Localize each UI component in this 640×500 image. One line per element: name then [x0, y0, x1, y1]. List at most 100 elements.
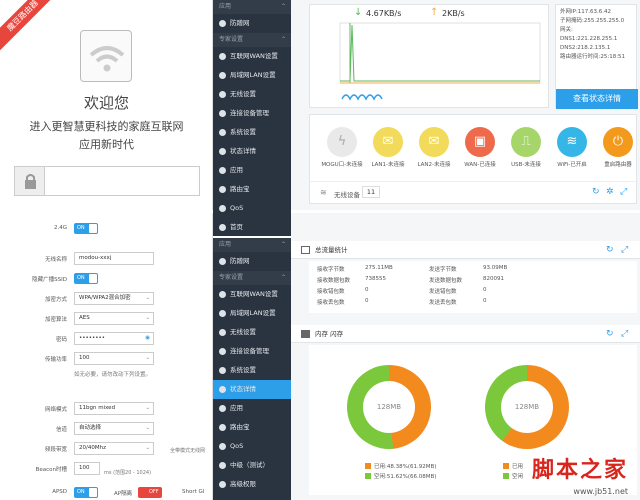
sidebar-item[interactable]: 无线设置 — [213, 323, 291, 342]
refresh-icon[interactable]: ↻ — [592, 187, 600, 197]
wireless-devices-label: 无线设备 — [334, 191, 360, 199]
sidebar-item[interactable]: 互联网WAN设置 — [213, 47, 291, 66]
menu-item-icon — [219, 480, 226, 488]
band-toggle[interactable]: ON — [74, 223, 98, 234]
chevron-down-icon: ⌄ — [145, 405, 150, 411]
sidebar-section-header: 专家设置 ⌃ — [213, 33, 291, 47]
advanced-note: 如无必要，请勿改动下列设置。 — [74, 372, 152, 378]
device-port[interactable]: ✉ LAN1-未连接 — [362, 127, 414, 168]
bolt-icon: ϟ — [327, 127, 357, 157]
sidebar-item[interactable]: 系统设置 — [213, 361, 291, 380]
stat-value: 738555 — [365, 276, 386, 282]
download-speed: 4.67KB/s — [366, 9, 402, 18]
sidebar-item[interactable]: 连接设备管理 — [213, 104, 291, 123]
menu-item-icon — [219, 71, 226, 79]
sidebar-item[interactable]: 互联网WAN设置 — [213, 285, 291, 304]
stat-label: 发送字节数 — [429, 267, 457, 273]
sidebar-item-label: 路由宝 — [230, 185, 250, 193]
device-port[interactable]: ✉ LAN2-未连接 — [408, 127, 460, 168]
menu-item-icon — [219, 328, 226, 336]
device-port-label: LAN1-未连接 — [371, 162, 405, 168]
sidebar-item[interactable]: 路由宝 — [213, 180, 291, 199]
wifi-logo-icon — [80, 30, 132, 82]
sidebar-item[interactable]: 防蹭网 — [213, 14, 291, 33]
form-row: 加密方式 WPA/WPA2混合加密 ⌄ — [0, 291, 212, 307]
login-panel: 魔豆路由器 欢迎您 进入更智慧更科技的家庭互联网 应用新时代 — [0, 0, 213, 210]
sidebar-item[interactable]: QoS — [213, 437, 291, 456]
network-info-line: 外网IP:117.63.6.42 — [560, 9, 612, 15]
legend-free-flash: 空闲 — [512, 474, 524, 480]
sidebar-item[interactable]: 首页 — [213, 218, 291, 237]
memory-icon — [301, 330, 310, 338]
refresh-icon[interactable]: ↻ — [606, 325, 614, 343]
setting-input[interactable]: 100 — [74, 462, 100, 475]
password-input[interactable] — [14, 166, 200, 196]
sidebar-item-label: 局域网LAN设置 — [230, 71, 276, 79]
sidebar-item[interactable]: 连接设备管理 — [213, 342, 291, 361]
sidebar-item[interactable]: 系统设置 — [213, 123, 291, 142]
setting-select[interactable]: 自动选择 ⌄ — [74, 422, 154, 435]
device-port-label: USB-未连接 — [511, 162, 541, 168]
device-port-label: LAN2-未连接 — [417, 162, 451, 168]
field-label: 加密方式 — [44, 297, 67, 303]
sidebar-item[interactable]: 局域网LAN设置 — [213, 66, 291, 85]
chart-icon — [301, 246, 310, 254]
upload-speed: 2KB/s — [442, 9, 465, 18]
download-arrow-icon: ↓ — [354, 7, 363, 18]
expand-icon[interactable]: ⤢ — [621, 325, 628, 343]
sidebar-item[interactable]: 状态详情 — [213, 380, 291, 399]
sidebar-section-header: 应用 ⌃ — [213, 238, 291, 252]
setting-input[interactable]: modou-xxxj — [74, 252, 154, 265]
sidebar-item[interactable]: QoS — [213, 199, 291, 218]
bandwidth-note: 全带模式无线网 — [170, 448, 206, 454]
form-row: 传输功率 100 ⌄ — [0, 351, 212, 367]
short-gi-label: Short GI — [182, 489, 205, 495]
device-port[interactable]: ⏻ 重启路由器 — [592, 127, 640, 168]
sidebar-item-label: 互联网WAN设置 — [230, 52, 278, 60]
expand-icon[interactable]: ⤢ — [620, 187, 627, 197]
eye-icon[interactable]: ◉ — [145, 333, 150, 344]
view-status-detail-button[interactable]: 查看状态详情 — [556, 89, 638, 109]
refresh-icon[interactable]: ↻ — [606, 241, 614, 259]
form-row: 信道 自动选择 ⌄ — [0, 421, 212, 437]
sidebar-item[interactable]: 应用 — [213, 399, 291, 418]
stat-value: 0 — [483, 287, 487, 293]
device-port[interactable]: ▣ WAN-已连接 — [454, 127, 506, 168]
sidebar-item-label: 防蹭网 — [230, 257, 250, 265]
form-row: 无线名称 modou-xxxj — [0, 251, 212, 267]
menu-item-icon — [219, 309, 226, 317]
ap-isolation-toggle[interactable]: OFF — [138, 487, 162, 498]
apsd-toggle[interactable]: ON — [74, 487, 98, 498]
sidebar-item[interactable]: 局域网LAN设置 — [213, 304, 291, 323]
expand-icon[interactable]: ⤢ — [621, 241, 628, 259]
sidebar-item[interactable]: 应用 — [213, 161, 291, 180]
stat-label: 发送错包数 — [429, 289, 457, 295]
memory-title: 内存 闪存 — [315, 330, 344, 338]
menu-item-icon — [219, 204, 226, 212]
device-port[interactable]: ≋ WiFi-已开启 — [546, 127, 598, 168]
sidebar-item[interactable]: 无线设置 — [213, 85, 291, 104]
device-port[interactable]: ⎍ USB-未连接 — [500, 127, 552, 168]
menu-item-icon — [219, 52, 226, 60]
device-port[interactable]: ϟ MOGU口-未连接 — [316, 127, 368, 168]
settings-icon[interactable]: ✲ — [606, 187, 614, 197]
setting-select[interactable]: AES ⌄ — [74, 312, 154, 325]
wan-icon: ▣ — [465, 127, 495, 157]
setting-toggle[interactable]: ON — [74, 273, 98, 284]
setting-select[interactable]: 11bgn mixed ⌄ — [74, 402, 154, 415]
brand-ribbon: 魔豆路由器 — [0, 0, 61, 54]
sidebar-item-label: 无线设置 — [230, 90, 256, 98]
chevron-down-icon: ⌄ — [145, 295, 150, 301]
status-panel: ↓ 4.67KB/s ↑ 2KB/s 外网IP:117.63.6.42 子网掩码:… — [291, 0, 640, 210]
sidebar-item[interactable]: 高级权限 — [213, 475, 291, 494]
menu-item-icon — [219, 223, 226, 231]
setting-select[interactable]: WPA/WPA2混合加密 ⌄ — [74, 292, 154, 305]
sidebar-item[interactable]: 中级（测试） — [213, 456, 291, 475]
sidebar-item[interactable]: 防蹭网 — [213, 252, 291, 271]
setting-input[interactable]: •••••••• ◉ — [74, 332, 154, 345]
sidebar-item-label: 应用 — [230, 404, 243, 412]
setting-select[interactable]: 100 ⌄ — [74, 352, 154, 365]
sidebar-item[interactable]: 状态详情 — [213, 142, 291, 161]
sidebar-item[interactable]: 路由宝 — [213, 418, 291, 437]
setting-select[interactable]: 20/40Mhz ⌄ — [74, 442, 154, 455]
